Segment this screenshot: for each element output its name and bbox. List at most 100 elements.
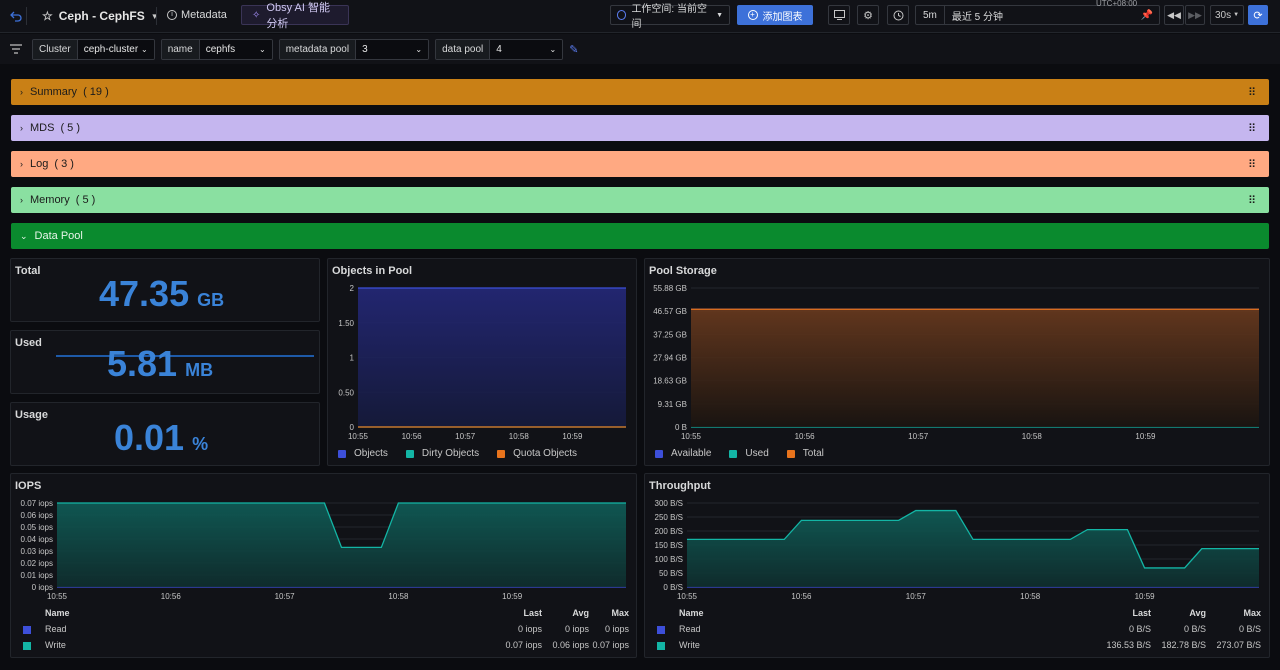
drag-handle-icon[interactable]: ⠿ (1248, 194, 1256, 207)
row-count: ( 3 ) (54, 158, 74, 170)
y-tick-label: 0.05 iops (21, 523, 53, 532)
variable-metadata-pool[interactable]: metadata pool 3 ⌄ (278, 38, 430, 60)
y-tick-label: 0.04 iops (21, 535, 53, 544)
row-log[interactable]: › Log ( 3 ) ⠿ (11, 151, 1269, 177)
series-name: Write (45, 640, 66, 650)
pin-icon[interactable]: 📌 (1141, 10, 1153, 21)
legend-swatch (655, 449, 663, 458)
y-tick-label: 300 B/S (655, 499, 683, 508)
series-avg: 0 B/S (1183, 624, 1206, 634)
metadata-link[interactable]: i Metadata (167, 9, 227, 21)
step-forward-icon[interactable]: ▶▶ (1185, 5, 1205, 25)
series-name: Read (679, 624, 701, 634)
legend-table: Name Last Avg Max Read 0 B/S 0 B/S 0 B/S… (655, 608, 1261, 656)
y-tick-label: 0.50 (338, 388, 354, 397)
dashboard-title[interactable]: Ceph - CephFS (59, 9, 145, 23)
variable-value-text: 4 (496, 43, 502, 55)
refresh-interval-select[interactable]: 30s ▼ (1210, 5, 1244, 25)
series-name: Read (45, 624, 67, 634)
history-icon[interactable] (887, 5, 909, 25)
star-icon[interactable]: ☆ (42, 9, 53, 23)
series-avg: 0 iops (564, 624, 589, 634)
chevron-down-icon: ▼ (1233, 12, 1240, 18)
row-summary[interactable]: › Summary ( 19 ) ⠿ (11, 79, 1269, 105)
x-tick-label: 10:58 (1022, 432, 1043, 441)
legend-item[interactable]: Total (786, 448, 824, 459)
x-tick-label: 10:59 (562, 432, 583, 441)
col-last: Last (523, 608, 542, 618)
legend-table-row[interactable]: Read 0 iops 0 iops 0 iops (21, 624, 629, 638)
chevron-right-icon: › (20, 159, 23, 169)
variable-value[interactable]: 4 ⌄ (490, 39, 563, 59)
panel-title: Throughput (649, 480, 711, 492)
legend-item[interactable]: Objects (338, 448, 388, 459)
panel-title: Used (15, 337, 42, 349)
legend-table-row[interactable]: Read 0 B/S 0 B/S 0 B/S (655, 624, 1261, 638)
tv-mode-icon[interactable] (828, 5, 850, 25)
variable-value[interactable]: 3 ⌄ (356, 39, 429, 59)
x-tick-label: 10:55 (681, 432, 702, 441)
stat-panel-used: Used 5.81 MB (10, 330, 320, 394)
legend-swatch (497, 449, 506, 458)
filter-icon[interactable] (0, 44, 32, 54)
refresh-interval-value: 30s (1214, 9, 1232, 21)
legend-table: Name Last Avg Max Read 0 iops 0 iops 0 i… (21, 608, 629, 656)
row-title: Log (30, 158, 49, 170)
divider (156, 7, 157, 25)
row-title: Data Pool (34, 230, 83, 242)
y-tick-label: 46.57 GB (653, 307, 687, 316)
refresh-short[interactable]: 5m (916, 6, 945, 24)
chevron-right-icon: › (20, 195, 23, 205)
iops-chart: 0.07 iops 0.06 iops 0.05 iops 0.04 iops 0.03… (21, 499, 626, 601)
row-count: ( 5 ) (75, 194, 96, 206)
y-tick-label: 9.31 GB (658, 400, 687, 409)
panel-objects-in-pool: Objects in Pool 2 1.50 1 0.50 0 10:55 10:56 10:… (327, 258, 637, 466)
drag-handle-icon[interactable]: ⠿ (1248, 86, 1256, 99)
gear-icon[interactable]: ⚙ (857, 5, 879, 25)
legend-item[interactable]: Quota Objects (497, 448, 577, 459)
time-range-label[interactable]: 最近 5 分钟 (945, 8, 1010, 23)
panel-title: Pool Storage (649, 265, 717, 277)
variable-name[interactable]: name cephfs ⌄ (160, 38, 273, 60)
y-tick-label: 0.07 iops (21, 499, 53, 508)
legend-swatch (729, 449, 738, 458)
add-panel-button[interactable]: + 添加图表 (737, 5, 813, 25)
variable-value[interactable]: ceph-cluster ⌄ (77, 39, 154, 59)
legend-item[interactable]: Dirty Objects (405, 448, 480, 459)
x-tick-label: 10:55 (677, 592, 698, 601)
x-tick-label: 10:56 (795, 432, 816, 441)
variable-cluster[interactable]: Cluster ceph-cluster ⌄ (32, 38, 155, 60)
x-tick-label: 10:55 (47, 592, 68, 601)
y-tick-label: 100 B/S (655, 555, 683, 564)
y-tick-label: 37.25 GB (653, 330, 687, 339)
legend-table-header: Name Last Avg Max (655, 608, 1261, 622)
step-back-icon[interactable]: ◀◀ (1164, 5, 1184, 25)
y-tick-label: 50 B/S (659, 569, 683, 578)
back-icon[interactable] (8, 6, 24, 26)
row-data-pool[interactable]: ⌄ Data Pool (11, 223, 1269, 249)
legend-item[interactable]: Used (729, 448, 769, 459)
workspace-select[interactable]: 工作空间: 当前空间 ▼ (610, 4, 730, 30)
ai-analysis-button[interactable]: ✧ Obsy AI 智能分析 (241, 2, 349, 30)
legend-label: Dirty Objects (421, 448, 480, 459)
y-tick-label: 1.50 (338, 319, 354, 328)
legend-table-row[interactable]: Write 136.53 B/S 182.78 B/S 273.07 B/S (655, 640, 1261, 654)
variable-value[interactable]: cephfs ⌄ (199, 39, 272, 59)
y-tick-label: 0.03 iops (21, 547, 53, 556)
drag-handle-icon[interactable]: ⠿ (1248, 122, 1256, 135)
variable-data-pool[interactable]: data pool 4 ⌄ (435, 38, 564, 60)
row-mds[interactable]: › MDS ( 5 ) ⠿ (11, 115, 1269, 141)
legend-table-row[interactable]: Write 0.07 iops 0.06 iops 0.07 iops (21, 640, 629, 654)
chevron-down-icon[interactable]: ▼ (151, 12, 159, 21)
row-memory[interactable]: › Memory ( 5 ) ⠿ (11, 187, 1269, 213)
time-range-picker[interactable]: 5m 最近 5 分钟 📌 (915, 5, 1160, 25)
chevron-down-icon: ▼ (716, 11, 723, 19)
legend-item[interactable]: Available (655, 448, 711, 459)
y-tick-label: 2 (350, 284, 355, 293)
stat-value: 47.35 GB (99, 273, 224, 315)
edit-icon[interactable]: ✎ (569, 43, 578, 56)
refresh-icon[interactable]: ⟳ (1248, 5, 1268, 25)
stat-unit: % (192, 434, 209, 454)
variable-bar: Cluster ceph-cluster ⌄ name cephfs ⌄ metad… (0, 34, 1280, 64)
drag-handle-icon[interactable]: ⠿ (1248, 158, 1256, 171)
